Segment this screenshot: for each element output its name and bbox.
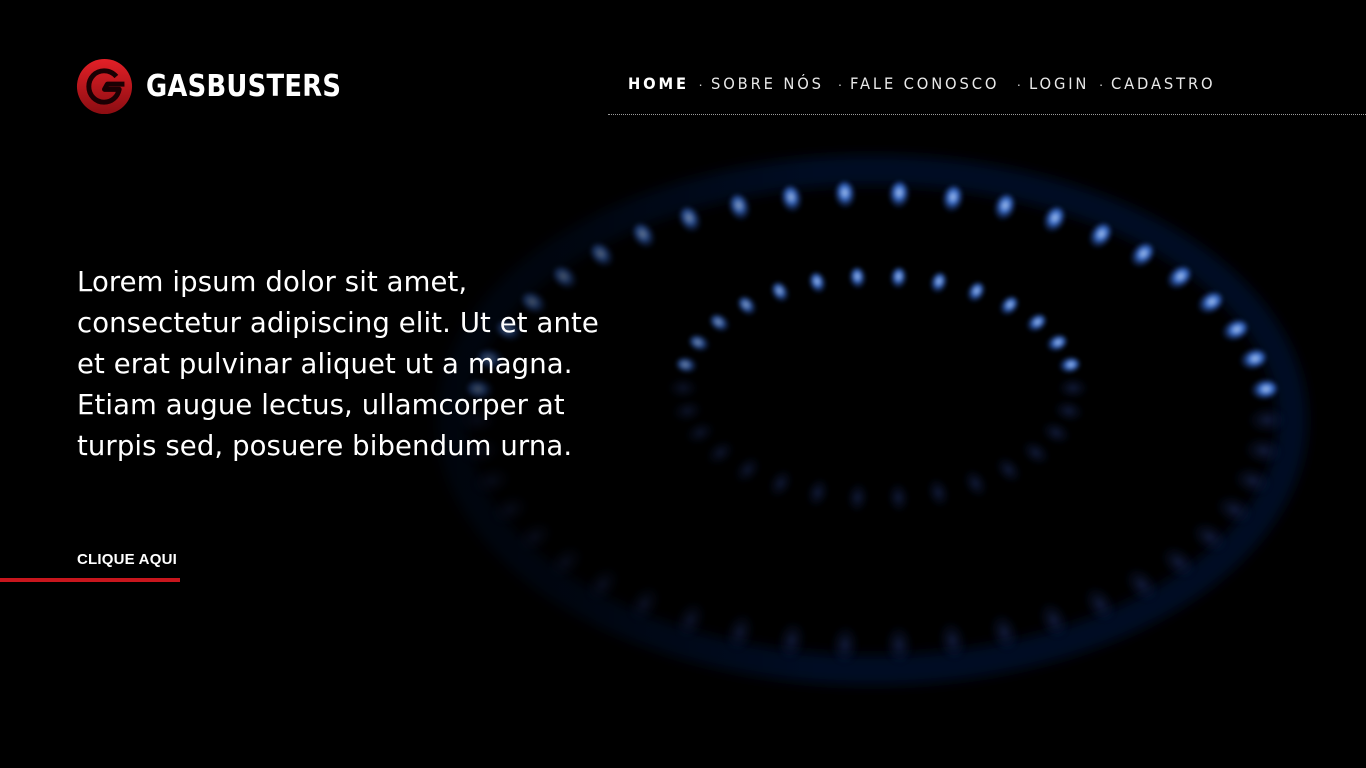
nav-sobre-nos-link[interactable]: SOBRE NÓS bbox=[711, 74, 824, 93]
nav-cadastro-link[interactable]: CADASTRO bbox=[1111, 74, 1215, 93]
nav-home-link[interactable]: HOME bbox=[628, 74, 689, 93]
cta-button[interactable]: CLIQUE AQUI bbox=[77, 551, 177, 568]
hero-description: Lorem ipsum dolor sit amet, consectetur … bbox=[77, 266, 599, 462]
nav-login-link[interactable]: LOGIN bbox=[1029, 74, 1089, 93]
nav-separator: · bbox=[698, 75, 703, 92]
nav-divider bbox=[608, 114, 1366, 115]
g-logo-icon bbox=[76, 58, 133, 115]
brand-name: GASBUSTERS bbox=[146, 69, 342, 104]
nav-fale-conosco-link[interactable]: FALE CONOSCO bbox=[850, 74, 999, 93]
nav-separator: · bbox=[1016, 75, 1022, 92]
nav-separator: · bbox=[1098, 75, 1104, 92]
brand-logo[interactable]: GASBUSTERS bbox=[76, 58, 373, 115]
main-nav: HOME · SOBRE NÓS · FALE CONOSCO · LOGIN … bbox=[608, 72, 1366, 116]
landing-page: GASBUSTERS HOME · SOBRE NÓS · FALE CONOS… bbox=[0, 0, 1366, 768]
nav-separator: · bbox=[837, 75, 843, 92]
cta-underline bbox=[0, 578, 180, 582]
